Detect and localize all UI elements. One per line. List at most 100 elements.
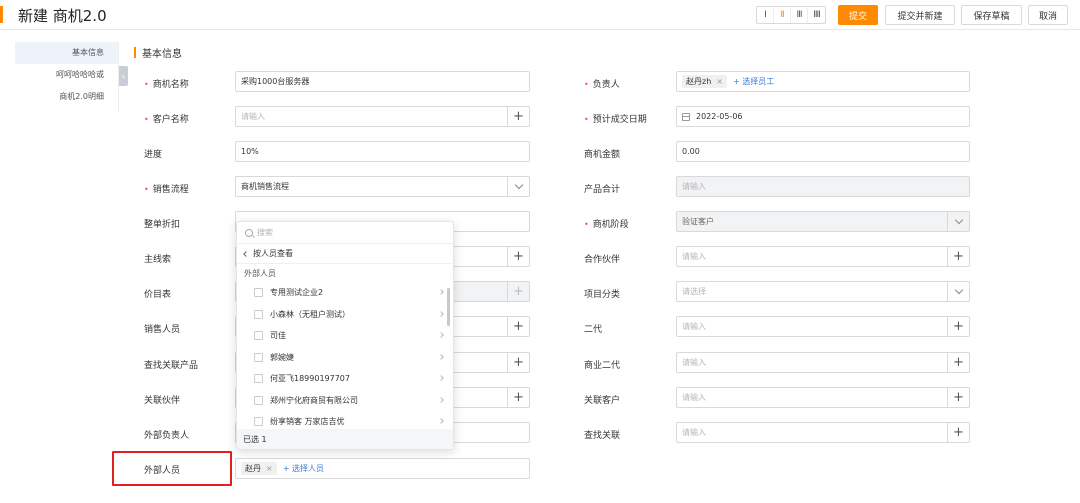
add-customer-icon[interactable]: + (947, 388, 969, 407)
picker-group-label: 外部人员 (244, 268, 276, 278)
chevron-down-icon[interactable] (507, 177, 529, 196)
required-mark: • (144, 185, 149, 194)
checkbox[interactable] (254, 374, 263, 384)
add-partner-icon[interactable]: + (947, 247, 969, 266)
remove-tag-icon[interactable]: × (266, 464, 273, 473)
section-accent-bar (134, 47, 136, 58)
related-customer-input[interactable]: 请输入 + (676, 387, 970, 408)
business-second-gen-input[interactable]: 请输入 + (676, 352, 970, 373)
search-icon (245, 228, 253, 237)
sales-process-select[interactable]: 商机销售流程 (235, 176, 530, 197)
label-partner: 合作伙伴 (584, 255, 621, 265)
nav-item-custom-section[interactable]: 呵呵哈哈哈或 (15, 64, 118, 86)
remove-owner-icon[interactable]: × (716, 77, 723, 86)
product-total-input[interactable]: 请输入 (676, 176, 970, 197)
opportunity-amount-input[interactable]: 0.00 (676, 141, 970, 162)
label-owner: • 负责人 (584, 80, 620, 90)
picker-item[interactable]: 专用测试企业2 (237, 282, 453, 304)
picker-item[interactable]: 小森林（无租户测试） (237, 304, 453, 326)
add-sales-staff-icon[interactable]: + (507, 317, 529, 336)
nav-item-basic-info[interactable]: 基本信息 (15, 42, 118, 64)
expected-close-date-input[interactable]: 2022-05-06 (676, 106, 970, 127)
submit-and-new-button[interactable]: 提交并新建 (885, 5, 955, 25)
checkbox[interactable] (254, 352, 263, 362)
picker-item[interactable]: 郭婉婕 (237, 347, 453, 369)
checkbox[interactable] (254, 331, 263, 341)
chevron-right-icon[interactable] (438, 332, 444, 338)
chevron-right-icon[interactable] (438, 289, 444, 295)
label-sales-process: • 销售流程 (144, 185, 189, 195)
section-header: 基本信息 (134, 45, 182, 60)
collapse-nav-icon[interactable]: ‹ (119, 66, 128, 86)
chevron-right-icon[interactable] (438, 353, 444, 360)
chevron-down-icon[interactable] (947, 282, 969, 301)
label-order-discount: 整单折扣 (144, 220, 181, 230)
nav-item-opportunity-details[interactable]: 商机2.0明细 (15, 86, 118, 108)
label-project-category: 项目分类 (584, 290, 621, 300)
picker-back-button[interactable]: 按人员查看 (237, 244, 453, 264)
two-column-view-button[interactable]: II (774, 7, 791, 23)
opportunity-name-input[interactable]: 采购1000台服务器 (235, 71, 530, 92)
project-category-select[interactable]: 请选择 (676, 281, 970, 302)
label-sales-staff: 销售人员 (144, 325, 181, 335)
add-second-gen-icon[interactable]: + (947, 317, 969, 336)
external-staff-input[interactable]: 赵丹 × + 选择人员 (235, 458, 530, 479)
checkbox[interactable] (254, 417, 263, 427)
select-person-link[interactable]: + 选择人员 (283, 463, 324, 474)
customer-name-input[interactable]: 请输入 + (235, 106, 530, 127)
chevron-right-icon[interactable] (438, 375, 444, 381)
add-business-second-gen-icon[interactable]: + (947, 353, 969, 372)
submit-button[interactable]: 提交 (838, 5, 878, 25)
section-title: 基本信息 (142, 49, 182, 60)
picker-scrollbar[interactable] (447, 288, 450, 326)
label-external-owner: 外部负责人 (144, 431, 190, 441)
label-lookup-related: 查找关联 (584, 431, 621, 441)
opportunity-stage-select[interactable]: 验证客户 (676, 211, 970, 232)
picker-item[interactable]: 司佳 (237, 325, 453, 347)
checkbox[interactable] (254, 309, 263, 319)
picker-search-input[interactable]: 搜索 (237, 222, 453, 244)
checkbox[interactable] (254, 288, 263, 298)
highlight-annotation (112, 451, 232, 486)
label-opportunity-name: • 商机名称 (144, 80, 189, 90)
label-customer-name: • 客户名称 (144, 115, 189, 125)
add-customer-icon[interactable]: + (507, 107, 529, 126)
progress-input[interactable]: 10% (235, 141, 530, 162)
second-gen-input[interactable]: 请输入 + (676, 316, 970, 337)
chevron-right-icon[interactable] (438, 418, 444, 424)
three-column-view-button[interactable]: III (791, 7, 808, 23)
lookup-related-input[interactable]: 请输入 + (676, 422, 970, 443)
select-employee-link[interactable]: + 选择员工 (733, 76, 774, 87)
chevron-left-icon (243, 250, 249, 257)
chevron-right-icon[interactable] (438, 396, 444, 403)
owner-input[interactable]: 赵丹zh × + 选择员工 (676, 71, 970, 92)
add-related-icon[interactable]: + (947, 423, 969, 442)
label-business-second-gen: 商业二代 (584, 361, 621, 371)
required-mark: • (144, 80, 149, 89)
add-partner-icon[interactable]: + (507, 388, 529, 407)
label-related-customer: 关联客户 (584, 396, 621, 406)
add-lead-icon[interactable]: + (507, 247, 529, 266)
save-draft-button[interactable]: 保存草稿 (961, 5, 1022, 25)
add-price-list-icon[interactable]: + (507, 282, 529, 301)
required-mark: • (584, 115, 589, 124)
label-related-partner: 关联伙伴 (144, 396, 181, 406)
checkbox[interactable] (254, 395, 263, 405)
label-main-lead: 主线索 (144, 255, 172, 265)
partner-input[interactable]: 请输入 + (676, 246, 970, 267)
add-product-icon[interactable]: + (507, 353, 529, 372)
four-column-view-button[interactable]: IIII (808, 7, 825, 23)
chevron-right-icon[interactable] (438, 310, 444, 317)
picker-selected-count: 已选 1 (237, 429, 453, 449)
picker-item[interactable]: 郑州宁化府商贸有限公司 (237, 390, 453, 412)
page-title: 新建 商机2.0 (18, 7, 107, 25)
person-picker-dropdown: 搜索 按人员查看 外部人员 专用测试企业2 小森林（无租户测试） 司佳 郭婉婕 … (236, 221, 454, 450)
top-bar: 新建 商机2.0 I II III IIII 提交 提交并新建 保存草稿 取消 (0, 0, 1080, 30)
one-column-view-button[interactable]: I (757, 7, 774, 23)
chevron-down-icon[interactable] (947, 212, 969, 231)
picker-item[interactable]: 何亚飞18990197707 (237, 368, 453, 390)
title-accent-bar (0, 6, 3, 23)
cancel-button[interactable]: 取消 (1028, 5, 1068, 25)
label-product-total: 产品合计 (584, 185, 621, 195)
label-opportunity-amount: 商机金额 (584, 150, 621, 160)
